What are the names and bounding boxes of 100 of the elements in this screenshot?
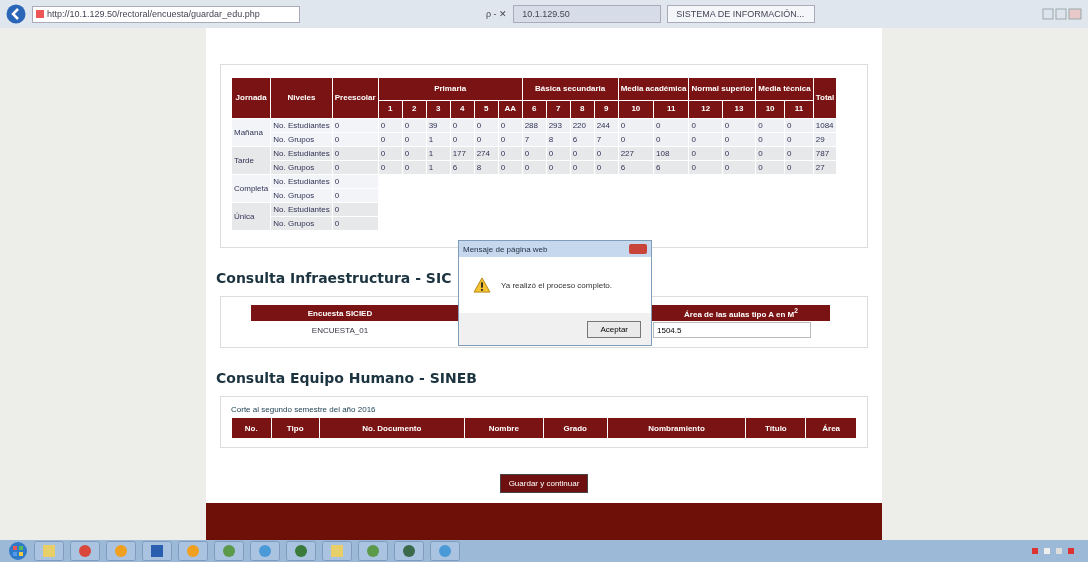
table-cell: 0	[474, 133, 498, 146]
note-text: Corte al segundo semestre del año 2016	[231, 405, 377, 414]
column-header: 3	[426, 101, 450, 118]
column-header: 9	[594, 101, 618, 118]
table-cell: 0	[689, 147, 722, 160]
table-cell: 0	[402, 133, 426, 146]
app-icon[interactable]	[34, 541, 64, 561]
table-cell: 0	[402, 161, 426, 174]
column-header: AA	[498, 101, 522, 118]
column-header: Preescolar	[332, 78, 378, 118]
column-header: 7	[546, 101, 570, 118]
table-cell: 0	[474, 119, 498, 132]
table-cell: 0	[756, 147, 784, 160]
column-header: No. Documento	[319, 418, 464, 438]
app-icon[interactable]	[430, 541, 460, 561]
table-cell: No. Estudiantes	[271, 203, 332, 216]
app-icon[interactable]	[106, 541, 136, 561]
table-cell: 0	[654, 133, 689, 146]
column-header: 11	[785, 101, 813, 118]
app-icon[interactable]	[142, 541, 172, 561]
table-cell: Tarde	[232, 147, 271, 174]
table-cell: 0	[522, 161, 546, 174]
table-cell: 0	[756, 161, 784, 174]
table-cell: 0	[785, 147, 813, 160]
table-cell: 0	[618, 119, 654, 132]
column-header: Nombramiento	[607, 418, 746, 438]
table-cell: 0	[722, 133, 756, 146]
table-cell: 6	[570, 133, 594, 146]
column-header: 12	[689, 101, 722, 118]
back-icon[interactable]	[6, 4, 26, 24]
app-icon[interactable]	[286, 541, 316, 561]
column-header: Normal superior	[689, 78, 756, 100]
table-cell: 1	[426, 147, 450, 160]
table-cell: No. Grupos	[271, 217, 332, 230]
table-cell: 27	[813, 161, 837, 174]
close-button[interactable]	[629, 244, 647, 254]
table-cell: No. Estudiantes	[271, 119, 332, 132]
table-cell: Única	[232, 203, 271, 230]
table-cell: 0	[332, 217, 378, 230]
app-icon[interactable]	[394, 541, 424, 561]
warning-icon	[473, 277, 491, 293]
table-cell: 0	[785, 119, 813, 132]
column-header: Jornada	[232, 78, 271, 118]
table-cell: 6	[450, 161, 474, 174]
ok-button[interactable]: Aceptar	[587, 320, 641, 338]
table-cell: 0	[570, 161, 594, 174]
app-icon[interactable]	[358, 541, 388, 561]
search-control[interactable]: ρ - ✕	[486, 9, 508, 19]
table-cell: 0	[332, 147, 378, 160]
column-header: 1	[378, 101, 402, 118]
table-cell: 7	[594, 133, 618, 146]
column-header: 10	[618, 101, 654, 118]
column-header: 13	[722, 101, 756, 118]
table-cell: 0	[689, 133, 722, 146]
table-cell: No. Grupos	[271, 189, 332, 202]
table-cell: No. Grupos	[271, 161, 332, 174]
column-header: Total	[813, 78, 837, 118]
table-cell: 0	[402, 147, 426, 160]
address-field[interactable]: http://10.1.129.50/rectoral/encuesta/guardar_edu.php	[32, 5, 300, 23]
table-cell: 0	[785, 161, 813, 174]
table-cell: Completa	[232, 175, 271, 202]
table-cell: 1	[426, 133, 450, 146]
window-controls-icon[interactable]	[1042, 8, 1082, 20]
table-cell: 0	[332, 189, 378, 202]
table-cell: 0	[618, 133, 654, 146]
start-icon[interactable]	[8, 541, 28, 561]
column-header: 5	[474, 101, 498, 118]
browser-tab[interactable]: 10.1.129.50	[513, 5, 662, 23]
table-cell: 0	[498, 133, 522, 146]
table-cell: 0	[689, 161, 722, 174]
table-cell: 274	[474, 147, 498, 160]
app-icon[interactable]	[178, 541, 208, 561]
table-cell: ENCUESTA_01	[251, 321, 429, 339]
column-header: Encuesta SICIED	[251, 305, 429, 321]
table-cell: 227	[618, 147, 654, 160]
table-cell: 108	[654, 147, 689, 160]
browser-tab[interactable]: SISTEMA DE INFORMACIÓN...	[667, 5, 816, 23]
table-cell: 0	[378, 147, 402, 160]
column-header: Título	[746, 418, 806, 438]
app-icon[interactable]	[250, 541, 280, 561]
table-cell: 0	[756, 133, 784, 146]
save-button[interactable]: Guardar y continuar	[499, 474, 589, 493]
app-icon[interactable]	[214, 541, 244, 561]
column-header: 2	[402, 101, 426, 118]
app-icon[interactable]	[322, 541, 352, 561]
dialog-title: Mensaje de página web	[463, 244, 548, 254]
table-cell: 293	[546, 119, 570, 132]
app-icon[interactable]	[70, 541, 100, 561]
table-cell: 0	[378, 133, 402, 146]
table-cell: 220	[570, 119, 594, 132]
area-field[interactable]: 1504.5	[653, 322, 811, 338]
table-cell: 0	[785, 133, 813, 146]
table-cell: 0	[332, 203, 378, 216]
table-cell: 0	[570, 147, 594, 160]
table-cell: 8	[546, 133, 570, 146]
section-title: Consulta Equipo Humano - SINEB	[216, 370, 477, 386]
table-cell: 0	[722, 161, 756, 174]
table-cell: 8	[474, 161, 498, 174]
table-cell: 0	[378, 119, 402, 132]
column-header: Media académica	[618, 78, 689, 100]
